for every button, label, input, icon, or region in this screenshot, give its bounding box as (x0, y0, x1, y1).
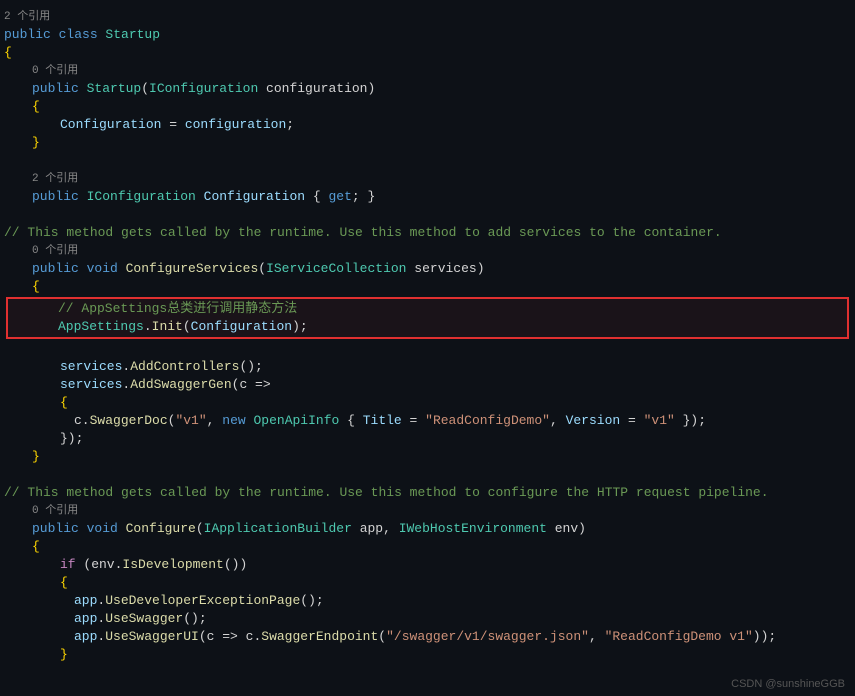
code-line: AppSettings.Init(Configuration); (12, 318, 843, 336)
code-line: 0 个引用 (0, 242, 855, 260)
code-line: c.SwaggerDoc("v1", new OpenApiInfo { Tit… (0, 412, 855, 430)
code-line: Configuration = configuration; (0, 116, 855, 134)
highlighted-block: // AppSettings总类进行调用静态方法 AppSettings.Ini… (6, 297, 849, 339)
code-line: // This method gets called by the runtim… (0, 224, 855, 242)
code-line: { (0, 538, 855, 556)
code-line: public class Startup (0, 26, 855, 44)
code-line: if (env.IsDevelopment()) (0, 556, 855, 574)
code-line: public IConfiguration Configuration { ge… (0, 188, 855, 206)
code-line: 0 个引用 (0, 502, 855, 520)
code-line (0, 340, 855, 358)
code-line: services.AddControllers(); (0, 358, 855, 376)
code-line: 2 个引用 (0, 170, 855, 188)
code-line: }); (0, 430, 855, 448)
ref-count: 0 个引用 (32, 62, 78, 80)
watermark: CSDN @sunshineGGB (731, 678, 845, 690)
code-line: { (0, 574, 855, 592)
ref-count: 0 个引用 (32, 242, 78, 260)
code-line: { (0, 98, 855, 116)
code-editor: 2 个引用 public class Startup { 0 个引用 publi… (0, 0, 855, 696)
code-line: // AppSettings总类进行调用静态方法 (12, 300, 843, 318)
code-line: // This method gets called by the runtim… (0, 484, 855, 502)
code-line: } (0, 646, 855, 664)
code-line: app.UseSwaggerUI(c => c.SwaggerEndpoint(… (0, 628, 855, 646)
code-line (0, 466, 855, 484)
code-line: public Startup(IConfiguration configurat… (0, 80, 855, 98)
code-line: app.UseSwagger(); (0, 610, 855, 628)
code-line: services.AddSwaggerGen(c => (0, 376, 855, 394)
code-line: { (0, 44, 855, 62)
code-line (0, 152, 855, 170)
code-line: public void Configure(IApplicationBuilde… (0, 520, 855, 538)
ref-count: 0 个引用 (32, 502, 78, 520)
code-line: public void ConfigureServices(IServiceCo… (0, 260, 855, 278)
code-line: 2 个引用 (0, 8, 855, 26)
code-line: 0 个引用 (0, 62, 855, 80)
code-line (0, 206, 855, 224)
code-line: } (0, 134, 855, 152)
ref-count: 2 个引用 (4, 8, 50, 26)
code-line: { (0, 278, 855, 296)
ref-count: 2 个引用 (32, 170, 78, 188)
code-line: } (0, 448, 855, 466)
code-line: { (0, 394, 855, 412)
code-line: app.UseDeveloperExceptionPage(); (0, 592, 855, 610)
